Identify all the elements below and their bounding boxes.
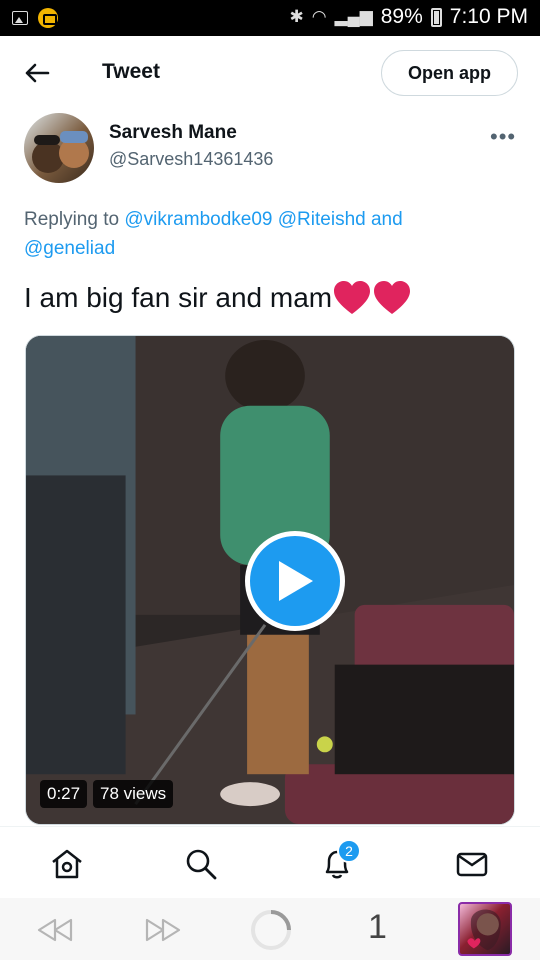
video-player[interactable]: 0:27 78 views (25, 335, 515, 825)
messages-icon[interactable] (455, 847, 489, 881)
loading-spinner-icon (251, 910, 291, 950)
tweet-text-content: I am big fan sir and mam (24, 282, 333, 313)
video-duration: 0:27 (40, 780, 88, 808)
more-options-icon[interactable]: ••• (490, 124, 516, 150)
rewind-icon[interactable] (35, 910, 75, 950)
video-views: 78 views (93, 780, 174, 808)
clock: 7:10 PM (449, 5, 528, 28)
fast-forward-icon[interactable] (143, 910, 183, 950)
bottom-nav: 2 (0, 826, 540, 898)
tab-count[interactable]: 1 (368, 908, 387, 947)
author-avatar[interactable] (24, 113, 94, 183)
red-heart-icon (374, 281, 411, 314)
status-bar: ✱ ◠ ▂▄▆ 89% 7:10 PM (0, 0, 540, 36)
wifi-icon: ◠ (311, 7, 327, 26)
play-button[interactable] (245, 531, 345, 631)
author-handle[interactable]: @Sarvesh14361436 (109, 149, 273, 170)
signal-icon: ▂▄▆ (334, 7, 373, 26)
notification-count-badge: 2 (337, 839, 361, 863)
tweet-text: I am big fan sir and mam (24, 280, 412, 316)
author-name[interactable]: Sarvesh Mane (109, 122, 237, 144)
top-bar: Tweet Open app (0, 36, 540, 110)
search-icon[interactable] (184, 847, 218, 881)
open-app-button[interactable]: Open app (381, 50, 518, 96)
replying-to: Replying to @vikrambodke09 @Riteishd and… (24, 205, 494, 263)
home-icon[interactable] (50, 847, 84, 881)
red-heart-icon (334, 281, 371, 314)
mention-link[interactable]: @geneliad (24, 238, 115, 259)
bluetooth-icon: ✱ (289, 7, 304, 26)
battery-percent: 89% (380, 5, 423, 28)
browser-bottom-bar: 1 (0, 898, 540, 960)
page-title: Tweet (102, 60, 160, 83)
profile-thumbnail[interactable] (458, 902, 512, 956)
replying-to-label: Replying to (24, 209, 120, 230)
play-icon (279, 561, 313, 601)
mention-link[interactable]: @vikrambodke09 (124, 209, 272, 230)
gallery-notification-icon (12, 11, 28, 25)
app-notification-icon (38, 8, 58, 28)
mention-link[interactable]: @Riteishd (278, 209, 366, 230)
battery-icon (430, 7, 442, 27)
mention-and[interactable]: and (371, 209, 403, 230)
back-arrow-icon[interactable] (22, 58, 52, 88)
